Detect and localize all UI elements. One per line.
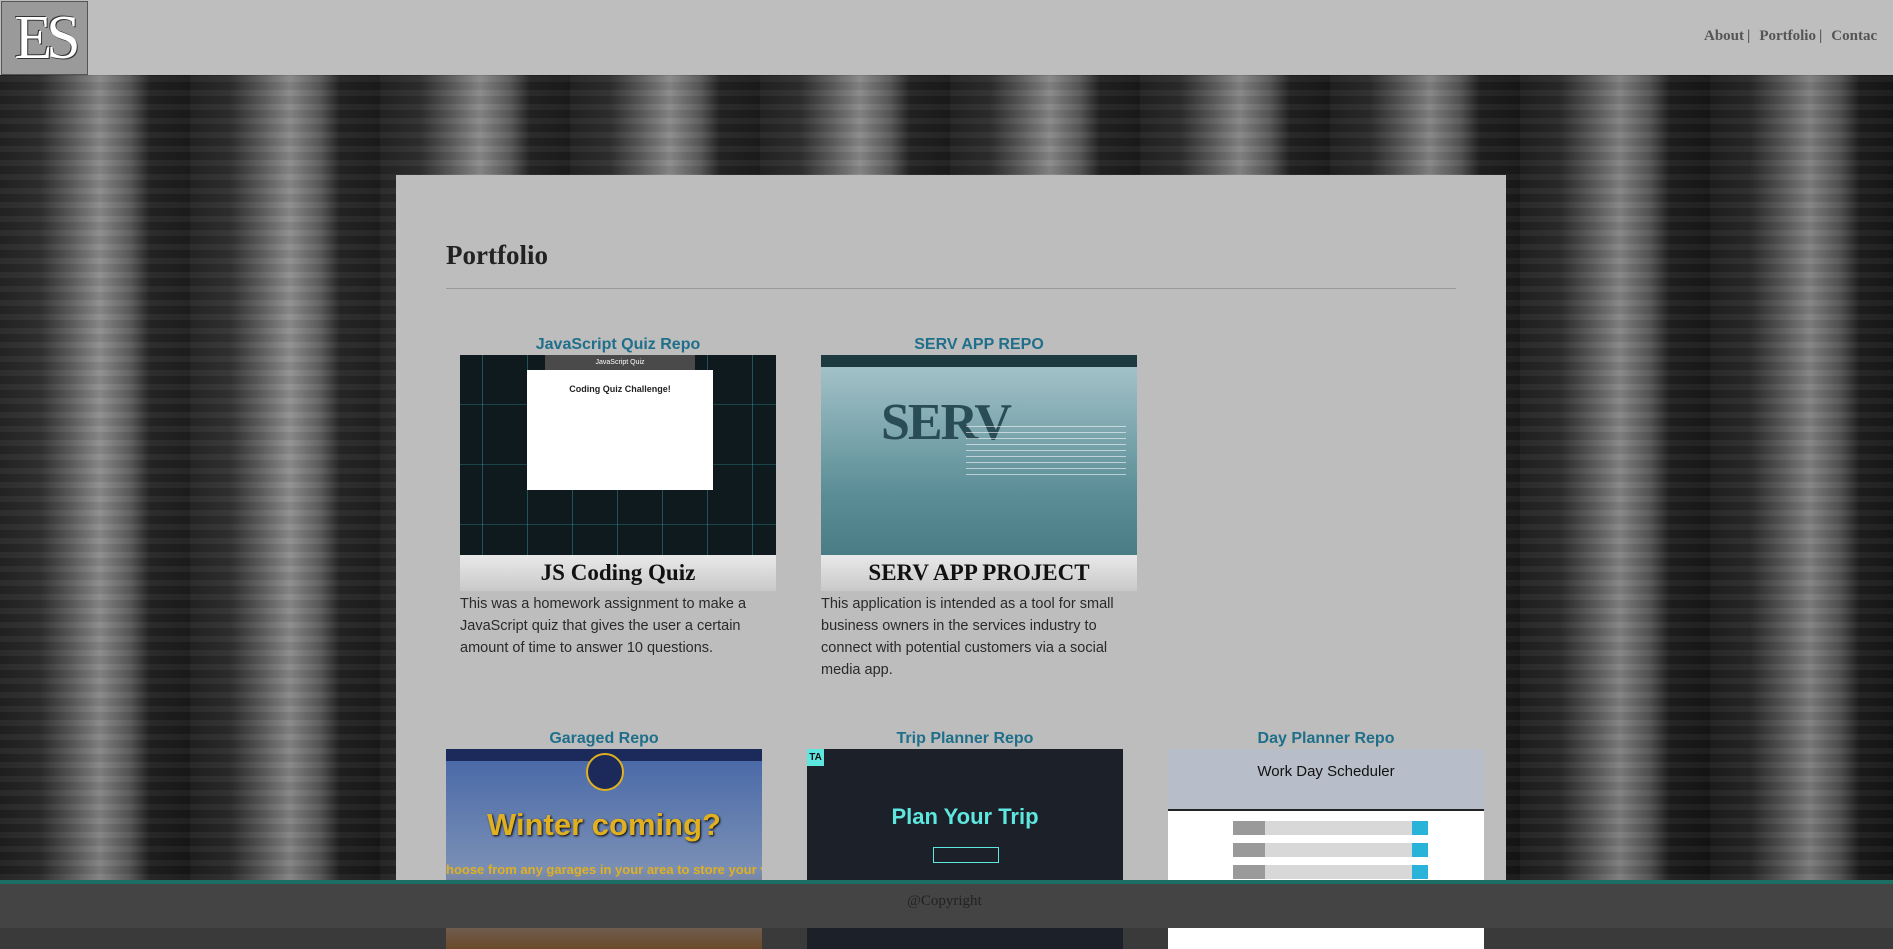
project-description: This was a homework assignment to make a… (460, 596, 747, 656)
repo-link-js-quiz[interactable]: JavaScript Quiz Repo (460, 335, 776, 355)
divider (446, 288, 1456, 289)
serv-topbar (821, 355, 1137, 367)
copyright-text: @Copyright (907, 893, 982, 909)
scheduler-header: Work Day Scheduler (1168, 749, 1484, 811)
project-description: This application is intended as a tool f… (821, 596, 1114, 678)
garaged-headline: Winter coming? (487, 807, 721, 842)
js-quiz-screenshot[interactable]: JavaScript Quiz Coding Quiz Challenge! (460, 355, 776, 555)
scheduler-row (1233, 821, 1428, 835)
scheduler-title: Work Day Scheduler (1257, 763, 1395, 780)
trip-headline: Plan Your Trip (891, 804, 1039, 829)
quiz-topbar: JavaScript Quiz (545, 355, 695, 370)
portfolio-panel: Portfolio JavaScript Quiz Repo JavaScrip… (396, 175, 1506, 949)
nav-portfolio-link[interactable]: Portfolio (1759, 28, 1816, 44)
garaged-subline: hoose from any garages in your area to s… (446, 862, 762, 877)
repo-link-day-planner[interactable]: Day Planner Repo (1168, 729, 1484, 749)
repo-link-trip-planner[interactable]: Trip Planner Repo (807, 729, 1123, 749)
garage-badge-icon (586, 753, 624, 791)
project-card-js-quiz: JavaScript Quiz Repo JavaScript Quiz Cod… (460, 335, 776, 659)
nav-contact-link[interactable]: Contac (1831, 28, 1877, 44)
project-title: SERV APP PROJECT (821, 555, 1137, 591)
nav-separator: | (1818, 28, 1823, 44)
repo-link-garaged[interactable]: Garaged Repo (446, 729, 762, 749)
serv-text-lines (966, 425, 1126, 475)
top-nav: About | Portfolio | Contac (1704, 28, 1877, 45)
serv-app-screenshot[interactable]: SERV (821, 355, 1137, 555)
project-title: JS Coding Quiz (460, 555, 776, 591)
site-header: ES About | Portfolio | Contac (0, 0, 1893, 75)
scheduler-row (1233, 843, 1428, 857)
es-logo[interactable]: ES (1, 1, 88, 75)
project-card-serv: SERV APP REPO SERV SERV APP PROJECT This… (821, 335, 1137, 681)
page-title: Portfolio (446, 240, 548, 270)
trip-corner-badge: TA (807, 749, 824, 766)
quiz-heading: Coding Quiz Challenge! (569, 384, 671, 394)
scheduler-row (1233, 865, 1428, 879)
quiz-dialog: Coding Quiz Challenge! (527, 370, 713, 490)
site-footer: @Copyright (0, 880, 1893, 928)
nav-about-link[interactable]: About (1704, 28, 1744, 44)
trip-button-shape (933, 847, 999, 863)
repo-link-serv[interactable]: SERV APP REPO (821, 335, 1137, 355)
nav-separator: | (1747, 28, 1751, 44)
